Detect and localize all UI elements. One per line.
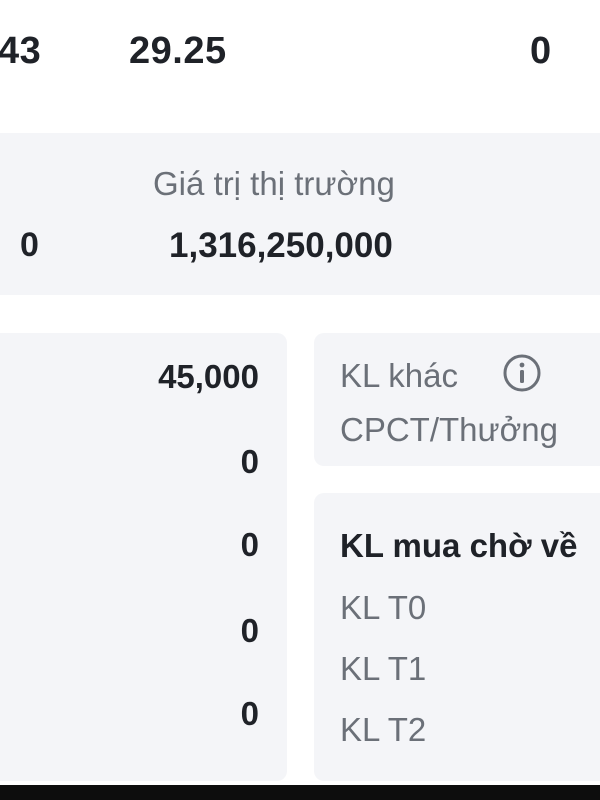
top-value-1: 43 — [0, 30, 42, 72]
quantity-value-3: 0 — [240, 526, 259, 563]
kl-t1-label: KL T1 — [340, 650, 427, 687]
pending-buy-title: KL mua chờ về — [340, 527, 578, 564]
quantity-value-2: 0 — [240, 443, 259, 480]
quantity-value-5: 0 — [240, 695, 259, 732]
cpct-thuong-label: CPCT/Thưởng — [340, 411, 558, 448]
kl-t2-label: KL T2 — [340, 711, 427, 748]
quantity-value-4: 0 — [240, 612, 259, 649]
market-value-panel — [0, 133, 600, 295]
top-value-3: 0 — [530, 30, 552, 72]
top-value-2: 29.25 — [129, 30, 227, 72]
kl-t0-label: KL T0 — [340, 589, 427, 626]
info-icon[interactable] — [502, 353, 542, 393]
quantity-value-1: 45,000 — [158, 358, 259, 395]
market-value: 1,316,250,000 — [169, 226, 393, 265]
kl-khac-label: KL khác — [340, 357, 459, 394]
market-value-label: Giá trị thị trường — [153, 165, 395, 202]
market-left-value: 0 — [20, 226, 39, 264]
bottom-edge-bar — [0, 785, 600, 800]
portfolio-detail-screen: 43 29.25 0 0 Giá trị thị trường 1,316,25… — [0, 0, 600, 800]
